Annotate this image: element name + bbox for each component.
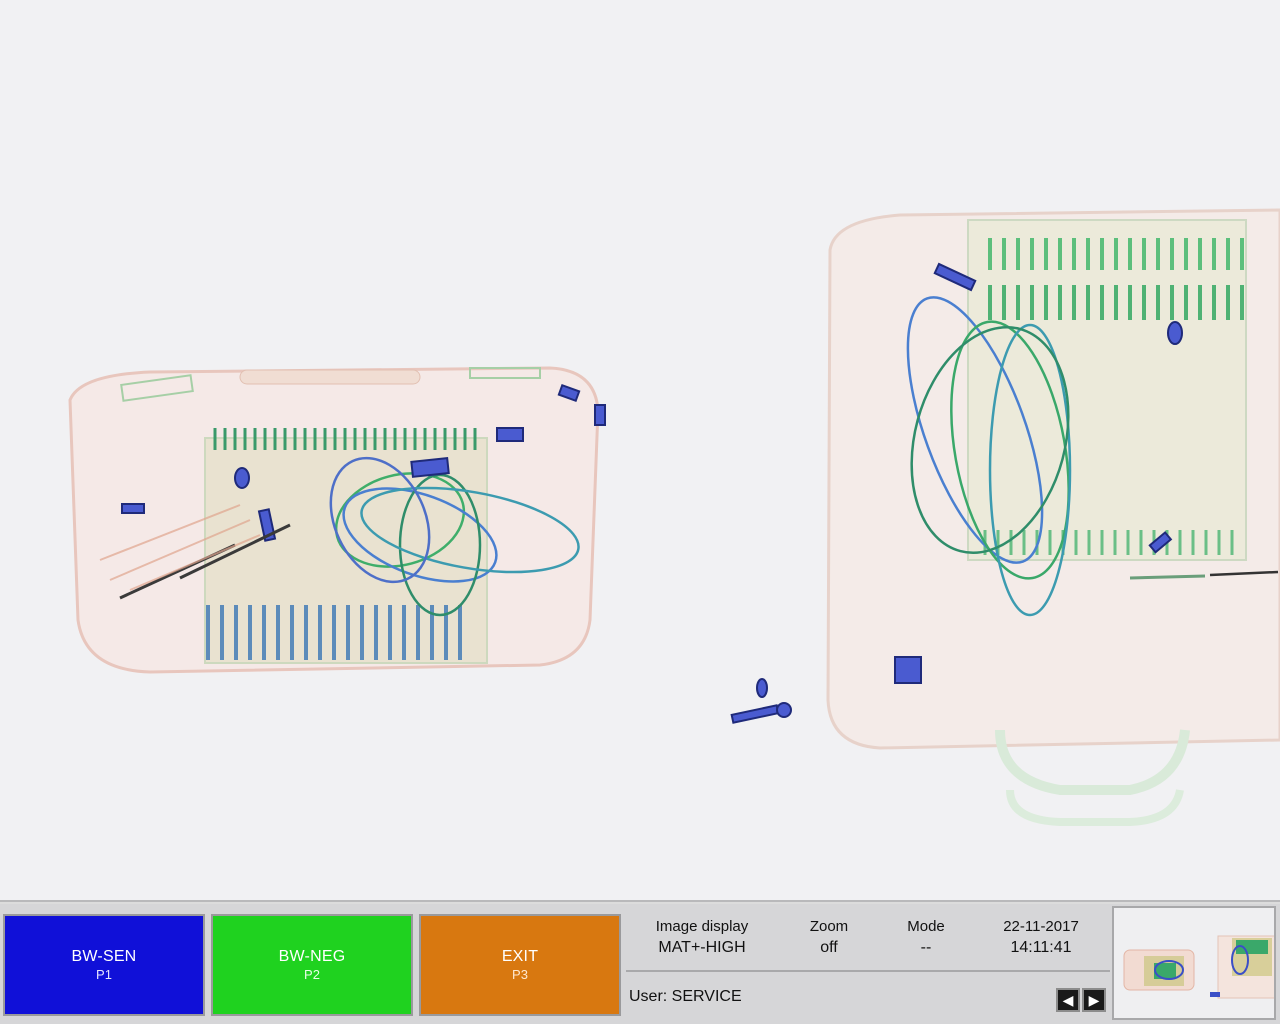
datetime-status: 22-11-2017 14:11:41 [994,918,1088,957]
zoom-heading: Zoom [809,918,849,935]
image-display-status: Image display MAT+-HIGH [642,918,762,957]
image-display-value: MAT+-HIGH [658,939,746,956]
bw-neg-button[interactable]: BW-NEG P2 [211,914,413,1016]
left-arrow-icon: ◀ [1062,992,1074,1008]
image-display-heading: Image display [655,918,749,935]
scanned-bag-left [68,366,606,674]
xray-image [68,208,1280,826]
bottom-control-bar: BW-SEN P1 BW-NEG P2 EXIT P3 Image displa… [0,904,1280,1024]
bw-neg-label: BW-NEG [278,948,346,965]
date-display: 22-11-2017 [1003,918,1079,935]
scanned-bag-right [730,208,1280,826]
mode-status: Mode -- [891,918,961,957]
overview-thumbnail[interactable] [1112,906,1276,1020]
exit-label: EXIT [501,948,539,965]
status-panel: Image display MAT+-HIGH Zoom off Mode --… [624,910,1110,1020]
exit-button[interactable]: EXIT P3 [419,914,621,1016]
mode-value: -- [920,939,932,956]
status-divider [626,970,1110,972]
bw-sen-key: P1 [96,967,112,982]
user-display: User: SERVICE [629,988,742,1005]
thumbnail-image [1123,935,1274,999]
right-arrow-icon: ▶ [1088,992,1100,1008]
mode-heading: Mode [907,918,945,935]
bw-sen-button[interactable]: BW-SEN P1 [3,914,205,1016]
zoom-status: Zoom off [794,918,864,957]
xray-scan-view[interactable] [0,0,1280,902]
zoom-value: off [820,939,838,956]
bw-sen-label: BW-SEN [71,948,137,965]
prev-image-button[interactable]: ◀ [1056,988,1080,1012]
exit-key: P3 [512,967,528,982]
bw-neg-key: P2 [304,967,320,982]
next-image-button[interactable]: ▶ [1082,988,1106,1012]
time-display: 14:11:41 [1010,939,1072,956]
